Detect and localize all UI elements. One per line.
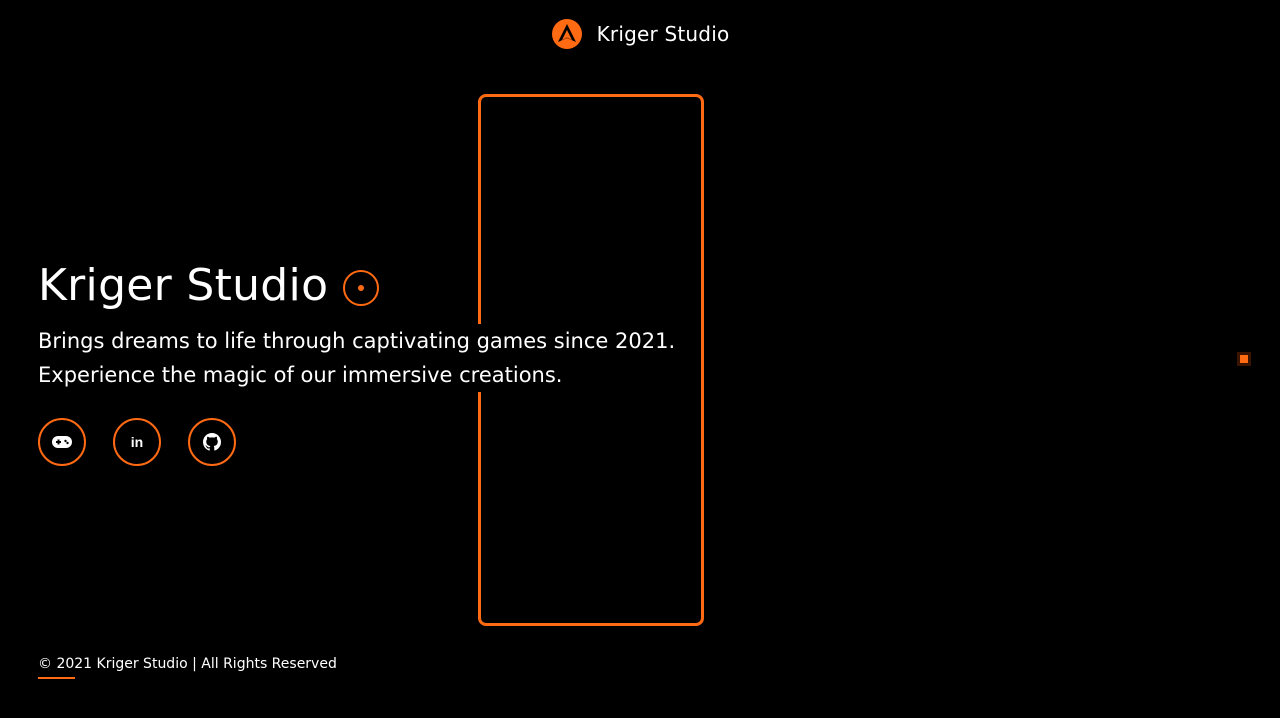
svg-text:in: in — [131, 434, 143, 450]
slide-indicator[interactable] — [1237, 352, 1251, 366]
slide-indicator-dot — [1240, 355, 1248, 363]
github-link-button[interactable] — [188, 418, 236, 466]
hero-description-line: Brings dreams to life through captivatin… — [38, 329, 676, 353]
linkedin-link-button[interactable]: in — [113, 418, 161, 466]
hero-description-line: Experience the magic of our immersive cr… — [38, 363, 563, 387]
kriger-logo-icon — [551, 19, 582, 49]
gamepad-link-button[interactable] — [38, 418, 86, 466]
target-dot-icon — [343, 270, 380, 306]
site-footer: © 2021 Kriger Studio | All Rights Reserv… — [38, 654, 337, 679]
hero-section: Kriger Studio Brings dreams to life thro… — [38, 258, 738, 466]
github-icon — [203, 433, 221, 451]
hero-description: Brings dreams to life through captivatin… — [38, 324, 680, 392]
brand-link[interactable]: Kriger Studio — [551, 18, 730, 50]
linkedin-icon: in — [131, 434, 143, 450]
social-links: in — [38, 418, 738, 466]
hero-title-row: Kriger Studio — [38, 258, 738, 314]
hero-title: Kriger Studio — [38, 260, 329, 311]
copyright-text: © 2021 Kriger Studio | All Rights Reserv… — [38, 656, 337, 672]
footer-accent-line — [38, 677, 75, 679]
page: Kriger Studio Kriger Studio Brings dream… — [0, 0, 1280, 718]
site-header: Kriger Studio — [0, 18, 1280, 50]
gamepad-icon — [52, 436, 72, 448]
brand-name: Kriger Studio — [596, 22, 730, 46]
